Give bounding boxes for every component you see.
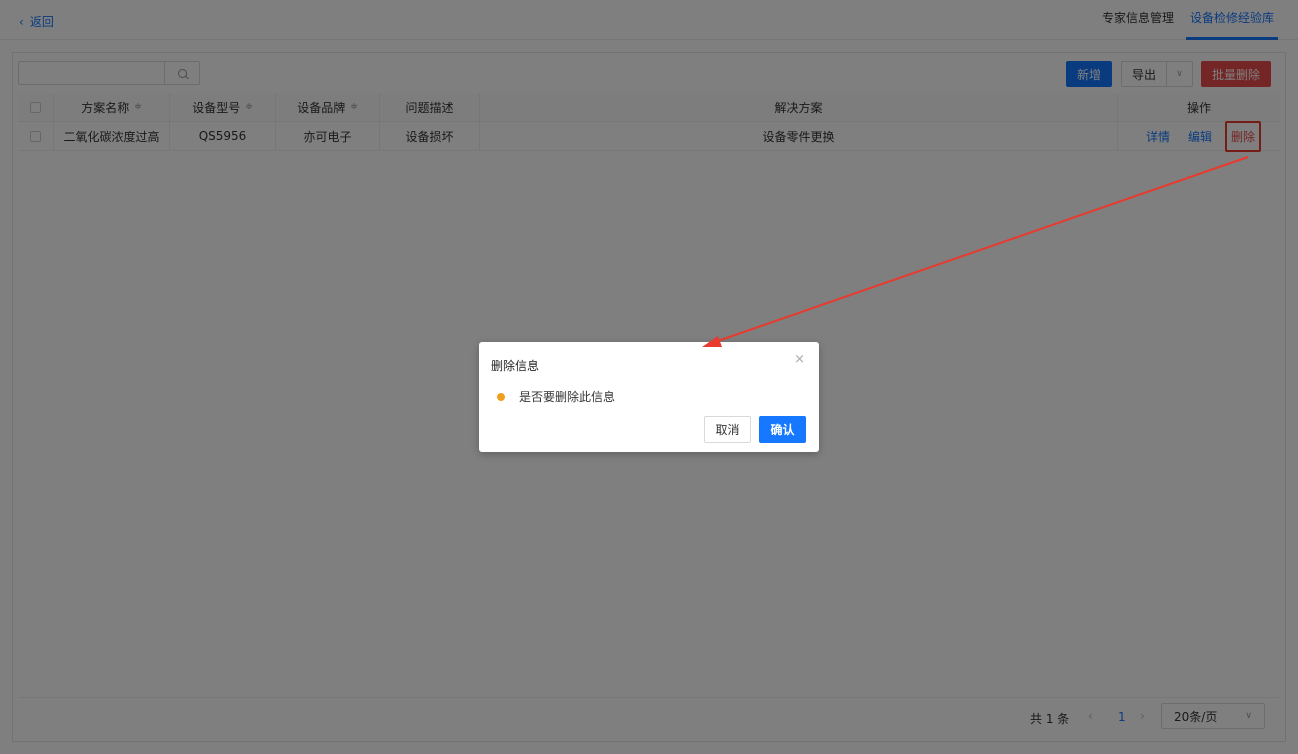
warning-icon <box>497 392 505 401</box>
close-icon[interactable]: × <box>794 352 805 367</box>
cancel-button[interactable]: 取消 <box>704 416 751 443</box>
dialog-message: 是否要删除此信息 <box>497 388 615 405</box>
dialog-title: 删除信息 <box>491 359 540 373</box>
dialog-message-text: 是否要删除此信息 <box>519 390 616 404</box>
delete-dialog: 删除信息 × 是否要删除此信息 取消 确认 <box>479 342 819 452</box>
confirm-button[interactable]: 确认 <box>759 416 806 443</box>
